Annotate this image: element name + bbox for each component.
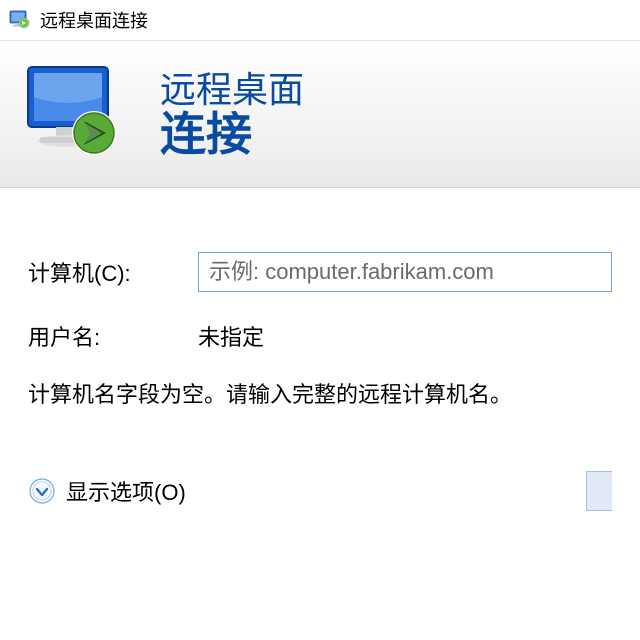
computer-row: 计算机(C): (28, 252, 612, 292)
header-title-block: 远程桌面 连接 (160, 70, 304, 158)
titlebar: 远程桌面连接 (0, 0, 640, 40)
show-options-toggle[interactable]: 显示选项(O) (28, 475, 186, 507)
username-row: 用户名: 未指定 (28, 320, 612, 352)
rdp-app-icon (8, 8, 32, 32)
header-banner: 远程桌面 连接 (0, 40, 640, 188)
header-title-line1: 远程桌面 (160, 70, 304, 110)
connect-button-edge[interactable] (586, 471, 612, 511)
chevron-down-icon (28, 477, 56, 505)
username-value: 未指定 (198, 320, 264, 352)
show-options-label: 显示选项(O) (66, 475, 186, 507)
footer-row: 显示选项(O) (0, 471, 640, 511)
rdp-large-icon (22, 59, 132, 169)
form-area: 计算机(C): 用户名: 未指定 计算机名字段为空。请输入完整的远程计算机名。 (0, 188, 640, 411)
computer-input[interactable] (198, 252, 612, 292)
hint-text: 计算机名字段为空。请输入完整的远程计算机名。 (28, 380, 612, 411)
header-title-line2: 连接 (160, 110, 304, 158)
window-title: 远程桌面连接 (40, 7, 148, 33)
username-label: 用户名: (28, 320, 198, 352)
computer-label: 计算机(C): (28, 256, 198, 288)
